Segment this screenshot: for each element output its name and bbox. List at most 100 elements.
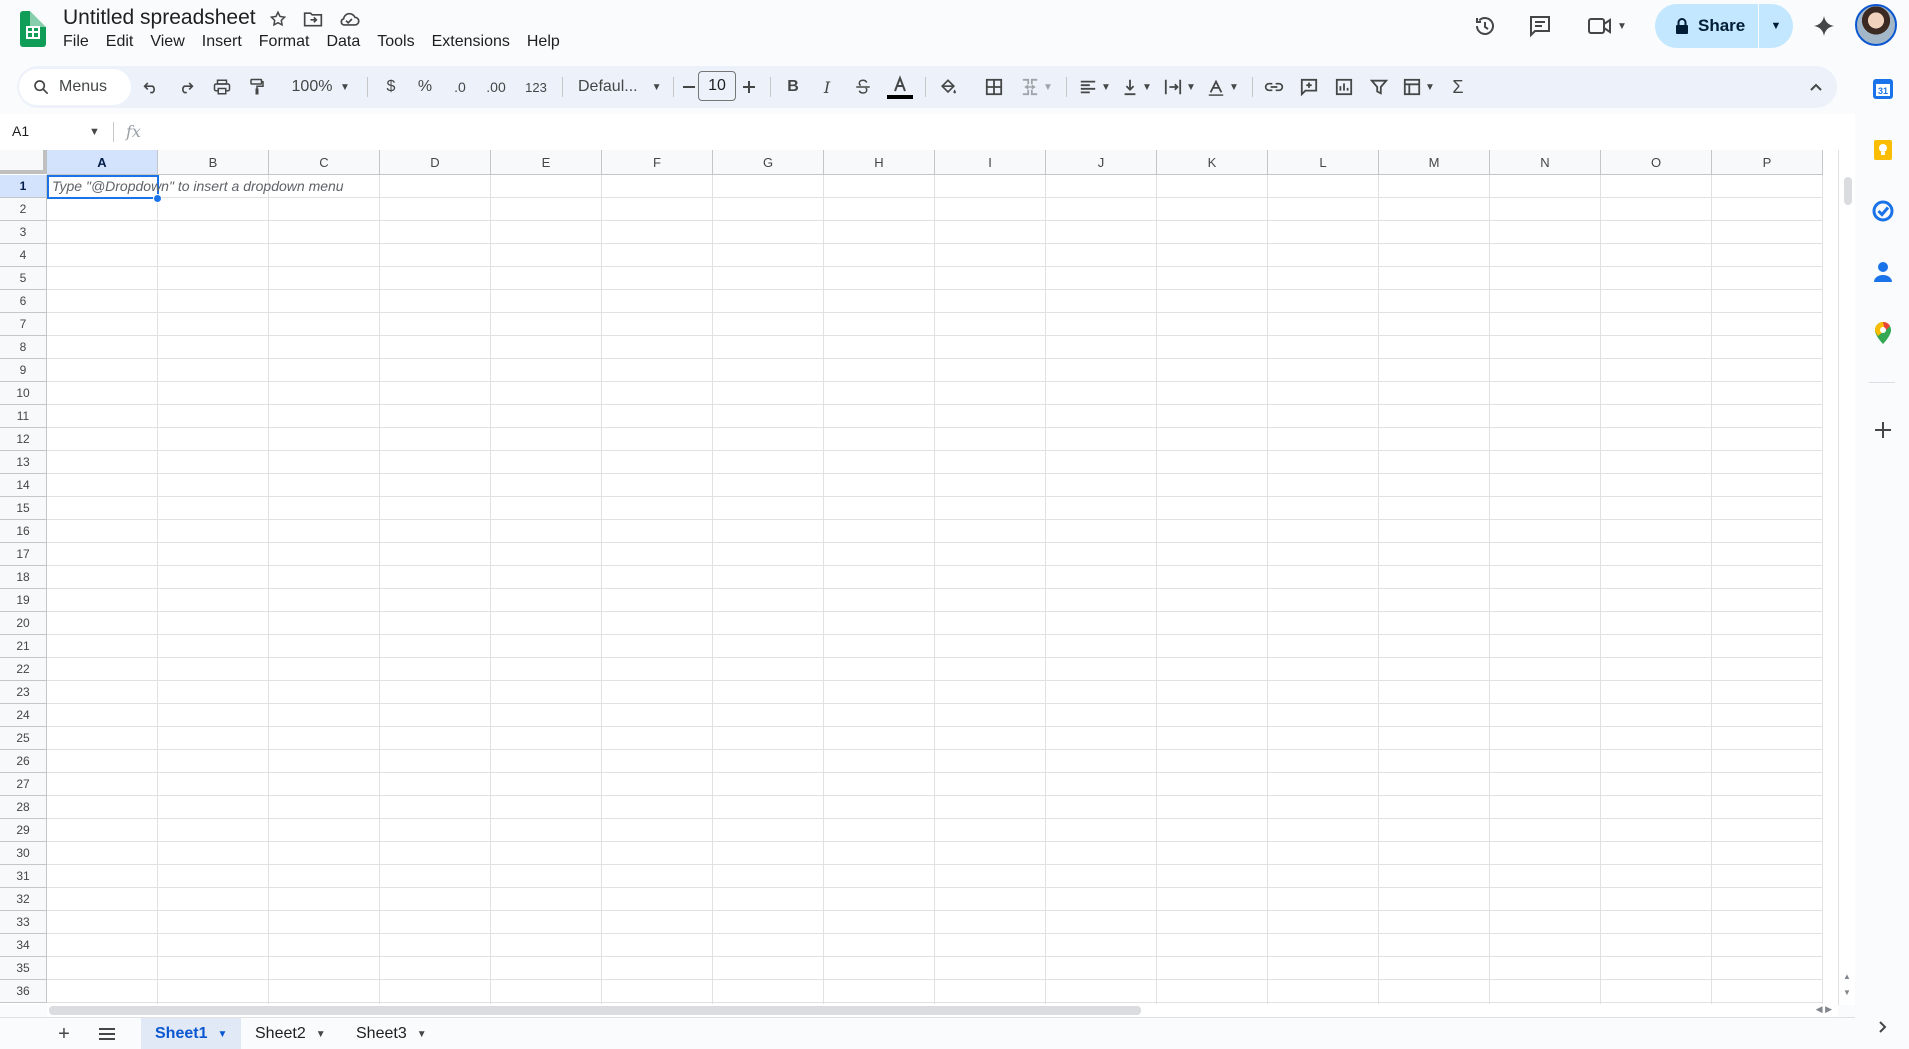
row-header-30[interactable]: 30	[0, 842, 47, 865]
row-header-19[interactable]: 19	[0, 589, 47, 612]
menu-insert[interactable]: Insert	[202, 33, 242, 51]
menu-data[interactable]: Data	[326, 33, 360, 51]
row-header-7[interactable]: 7	[0, 313, 47, 336]
calendar-icon[interactable]: 31	[1871, 77, 1895, 101]
name-box-dropdown-icon[interactable]: ▼	[89, 126, 100, 138]
row-header-33[interactable]: 33	[0, 911, 47, 934]
increase-font-size-icon[interactable]	[741, 73, 757, 101]
text-rotation-icon[interactable]: ▼	[1203, 73, 1243, 101]
row-header-9[interactable]: 9	[0, 359, 47, 382]
row-header-2[interactable]: 2	[0, 198, 47, 221]
undo-icon[interactable]	[139, 73, 163, 101]
row-header-13[interactable]: 13	[0, 451, 47, 474]
row-header-27[interactable]: 27	[0, 773, 47, 796]
document-title[interactable]: Untitled spreadsheet	[63, 6, 256, 30]
row-header-1[interactable]: 1	[0, 175, 47, 198]
sheet-tab-sheet2[interactable]: Sheet2 ▼	[241, 1018, 340, 1049]
collapse-toolbar-icon[interactable]	[1804, 73, 1828, 101]
chevron-down-icon[interactable]: ▼	[316, 1029, 326, 1040]
row-header-5[interactable]: 5	[0, 267, 47, 290]
column-header-d[interactable]: D	[380, 150, 491, 175]
currency-format-button[interactable]: $	[379, 73, 403, 101]
vertical-scrollbar[interactable]: ▲ ▼	[1838, 150, 1855, 1005]
version-history-icon[interactable]	[1469, 10, 1501, 42]
column-header-f[interactable]: F	[602, 150, 713, 175]
menus-search[interactable]: Menus	[19, 69, 131, 105]
scroll-up-icon[interactable]: ▲	[1843, 972, 1851, 981]
column-header-h[interactable]: H	[824, 150, 935, 175]
row-header-4[interactable]: 4	[0, 244, 47, 267]
row-header-31[interactable]: 31	[0, 865, 47, 888]
share-button[interactable]: Share	[1655, 4, 1759, 48]
italic-button[interactable]: I	[815, 73, 839, 101]
scroll-down-icon[interactable]: ▼	[1843, 988, 1851, 997]
row-header-20[interactable]: 20	[0, 612, 47, 635]
menu-extensions[interactable]: Extensions	[432, 33, 510, 51]
insert-comment-icon[interactable]	[1295, 73, 1323, 101]
move-folder-icon[interactable]	[302, 8, 324, 30]
name-box[interactable]: A1	[12, 123, 29, 139]
row-header-36[interactable]: 36	[0, 980, 47, 1003]
menu-format[interactable]: Format	[259, 33, 310, 51]
font-size-input[interactable]: 10	[698, 71, 736, 101]
row-header-25[interactable]: 25	[0, 727, 47, 750]
row-header-16[interactable]: 16	[0, 520, 47, 543]
menu-edit[interactable]: Edit	[106, 33, 134, 51]
row-header-23[interactable]: 23	[0, 681, 47, 704]
fill-color-icon[interactable]	[935, 73, 961, 101]
column-header-e[interactable]: E	[491, 150, 602, 175]
row-header-26[interactable]: 26	[0, 750, 47, 773]
decrease-decimal-button[interactable]: .0	[445, 73, 475, 101]
percent-format-button[interactable]: %	[413, 73, 437, 101]
sheet-tab-sheet1[interactable]: Sheet1 ▼	[141, 1018, 242, 1049]
strikethrough-icon[interactable]	[850, 73, 876, 101]
row-header-11[interactable]: 11	[0, 405, 47, 428]
print-icon[interactable]	[209, 73, 235, 101]
meet-icon[interactable]: ▼	[1582, 10, 1632, 42]
vertical-align-icon[interactable]: ▼	[1117, 73, 1157, 101]
cloud-saved-icon[interactable]	[338, 8, 360, 30]
column-header-p[interactable]: P	[1712, 150, 1823, 175]
column-header-l[interactable]: L	[1268, 150, 1379, 175]
column-header-j[interactable]: J	[1046, 150, 1157, 175]
column-header-c[interactable]: C	[269, 150, 380, 175]
row-header-15[interactable]: 15	[0, 497, 47, 520]
paint-format-icon[interactable]	[244, 73, 270, 101]
zoom-dropdown-icon[interactable]: ▼	[338, 73, 352, 101]
increase-decimal-button[interactable]: .00	[479, 73, 513, 101]
row-header-17[interactable]: 17	[0, 543, 47, 566]
zoom-select[interactable]: 100%	[282, 73, 342, 101]
horizontal-scrollbar[interactable]: ◀ ▶	[47, 1004, 1838, 1017]
row-header-6[interactable]: 6	[0, 290, 47, 313]
row-header-10[interactable]: 10	[0, 382, 47, 405]
column-header-b[interactable]: B	[158, 150, 269, 175]
number-format-button[interactable]: 123	[519, 73, 553, 101]
horizontal-align-icon[interactable]: ▼	[1075, 73, 1115, 101]
column-header-o[interactable]: O	[1601, 150, 1712, 175]
add-icon[interactable]	[1871, 418, 1895, 442]
keep-icon[interactable]	[1871, 138, 1895, 162]
sheets-logo-icon[interactable]	[20, 11, 46, 47]
row-header-8[interactable]: 8	[0, 336, 47, 359]
row-header-35[interactable]: 35	[0, 957, 47, 980]
insert-chart-icon[interactable]	[1330, 73, 1358, 101]
row-header-12[interactable]: 12	[0, 428, 47, 451]
spreadsheet-grid[interactable]: ABCDEFGHIJKLMNOP 1 2 3 4 5 6 7 8 9 10 11 12 13 14 15 16…	[0, 150, 1855, 1005]
text-wrapping-icon[interactable]: ▼	[1160, 73, 1200, 101]
gemini-sparkle-icon[interactable]	[1808, 10, 1840, 42]
contacts-icon[interactable]	[1871, 260, 1895, 284]
star-icon[interactable]	[267, 8, 289, 30]
maps-icon[interactable]	[1871, 321, 1895, 345]
decrease-font-size-icon[interactable]	[681, 73, 697, 101]
fill-handle[interactable]	[153, 194, 162, 203]
column-header-g[interactable]: G	[713, 150, 824, 175]
insert-link-icon[interactable]	[1260, 73, 1288, 101]
column-header-a[interactable]: A	[47, 150, 158, 175]
row-header-21[interactable]: 21	[0, 635, 47, 658]
column-header-i[interactable]: I	[935, 150, 1046, 175]
cell-area[interactable]	[47, 175, 1823, 1005]
redo-icon[interactable]	[174, 73, 198, 101]
column-header-n[interactable]: N	[1490, 150, 1601, 175]
horizontal-scroll-thumb[interactable]	[49, 1006, 1141, 1015]
select-all-corner[interactable]	[0, 150, 47, 174]
